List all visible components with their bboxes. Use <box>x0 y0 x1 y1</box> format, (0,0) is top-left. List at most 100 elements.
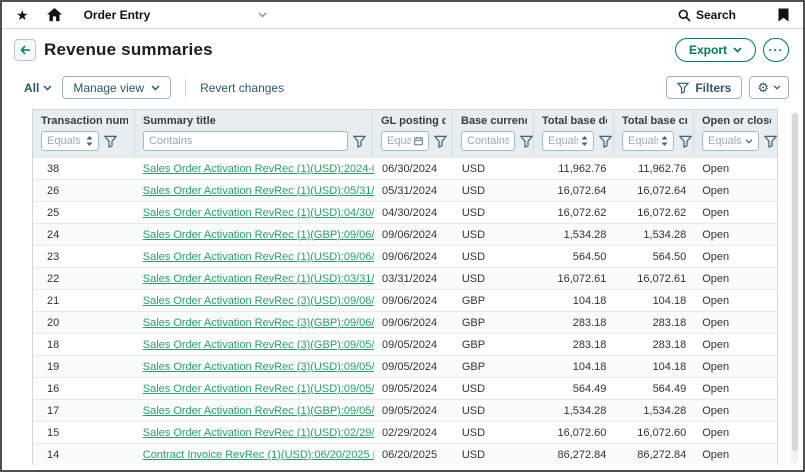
total-base-debit-cell: 11,962.76 <box>535 163 615 175</box>
total-base-debit-cell: 1,534.28 <box>535 405 615 417</box>
view-scope-label: All <box>24 81 39 95</box>
chevron-down-icon <box>773 85 781 90</box>
summary-title-link[interactable]: Sales Order Activation RevRec (1)(GBP):0… <box>143 405 374 417</box>
summary-title-link[interactable]: Sales Order Activation RevRec (1)(USD):2… <box>143 163 374 175</box>
summary-title-filter-input[interactable]: Contains <box>143 131 348 151</box>
column-header-total-base-debit: Total base debit Equals <box>534 110 614 157</box>
summary-title-link[interactable]: Sales Order Activation RevRec (1)(USD):0… <box>143 383 374 395</box>
filter-funnel-icon[interactable] <box>520 135 533 148</box>
base-currency-cell: GBP <box>454 361 535 373</box>
search-label: Search <box>696 8 736 22</box>
summary-title-link[interactable]: Sales Order Activation RevRec (1)(USD):0… <box>143 251 374 263</box>
updown-arrows-icon <box>581 136 588 146</box>
filter-funnel-icon <box>677 82 689 94</box>
transaction-number-cell: 21 <box>33 295 135 307</box>
filter-funnel-icon[interactable] <box>599 135 612 148</box>
total-base-credit-cell: 16,072.60 <box>614 427 694 439</box>
table-body: 38 Sales Order Activation RevRec (1)(USD… <box>33 157 777 465</box>
view-scope-dropdown[interactable]: All <box>24 81 52 95</box>
base-currency-cell: USD <box>454 427 535 439</box>
filters-label: Filters <box>695 81 731 95</box>
table-row[interactable]: 17 Sales Order Activation RevRec (1)(GBP… <box>33 399 777 421</box>
total-base-credit-cell: 1,534.28 <box>614 405 694 417</box>
summary-title-link[interactable]: Sales Order Activation RevRec (1)(GBP):0… <box>143 229 374 241</box>
table-row[interactable]: 19 Sales Order Activation RevRec (3)(USD… <box>33 355 777 377</box>
total-base-credit-cell: 564.50 <box>614 251 694 263</box>
summary-title-link[interactable]: Sales Order Activation RevRec (3)(USD):0… <box>143 361 374 373</box>
filter-funnel-icon[interactable] <box>764 135 777 148</box>
summary-title-link[interactable]: Sales Order Activation RevRec (1)(USD):0… <box>143 427 374 439</box>
total-base-credit-cell: 283.18 <box>614 339 694 351</box>
vertical-scrollbar[interactable] <box>791 112 799 464</box>
base-currency-filter-input[interactable]: Contains <box>461 131 515 151</box>
column-label: Transaction number <box>41 115 128 127</box>
favorites-star-icon[interactable]: ★ <box>16 7 29 24</box>
chevron-down-icon <box>745 139 753 144</box>
filter-funnel-icon[interactable] <box>434 135 447 148</box>
table-row[interactable]: 21 Sales Order Activation RevRec (3)(USD… <box>33 289 777 311</box>
gl-posting-date-filter-input[interactable]: Equals <box>381 131 429 151</box>
gl-posting-date-cell: 05/31/2024 <box>374 185 454 197</box>
table-row[interactable]: 22 Sales Order Activation RevRec (1)(USD… <box>33 267 777 289</box>
summary-title-link[interactable]: Sales Order Activation RevRec (3)(GBP):0… <box>143 339 374 351</box>
table-row[interactable]: 16 Sales Order Activation RevRec (1)(USD… <box>33 377 777 399</box>
open-or-closed-cell: Open <box>694 229 777 241</box>
open-or-closed-cell: Open <box>694 317 777 329</box>
table-row[interactable]: 38 Sales Order Activation RevRec (1)(USD… <box>33 157 777 179</box>
column-label: Total base debit <box>542 115 607 127</box>
table-row[interactable]: 18 Sales Order Activation RevRec (3)(GBP… <box>33 333 777 355</box>
base-currency-cell: USD <box>454 273 535 285</box>
total-base-credit-operator-select[interactable]: Equals <box>622 131 674 151</box>
transaction-number-cell: 18 <box>33 339 135 351</box>
total-base-debit-operator-select[interactable]: Equals <box>542 131 594 151</box>
gl-posting-date-cell: 09/05/2024 <box>374 339 454 351</box>
transaction-number-cell: 23 <box>33 251 135 263</box>
transaction-number-cell: 38 <box>33 163 135 175</box>
column-label: Summary title <box>143 115 366 127</box>
base-currency-cell: USD <box>454 163 535 175</box>
export-button[interactable]: Export <box>675 38 756 62</box>
open-or-closed-cell: Open <box>694 361 777 373</box>
gear-icon: ⚙ <box>757 80 769 96</box>
bookmark-icon[interactable] <box>778 8 789 22</box>
transaction-number-cell: 25 <box>33 207 135 219</box>
table-row[interactable]: 26 Sales Order Activation RevRec (1)(USD… <box>33 179 777 201</box>
summary-title-link[interactable]: Sales Order Activation RevRec (1)(USD):0… <box>143 273 374 285</box>
transaction-number-operator-select[interactable]: Equals <box>41 131 99 151</box>
open-or-closed-operator-select[interactable]: Equals <box>702 131 759 151</box>
home-icon[interactable] <box>47 8 62 22</box>
table-row[interactable]: 25 Sales Order Activation RevRec (1)(USD… <box>33 201 777 223</box>
filter-funnel-icon[interactable] <box>353 135 366 148</box>
table-row[interactable]: 14 Contract Invoice RevRec (1)(USD):06/2… <box>33 443 777 465</box>
table-row[interactable]: 23 Sales Order Activation RevRec (1)(USD… <box>33 245 777 267</box>
summary-title-link[interactable]: Sales Order Activation RevRec (3)(USD):0… <box>143 295 374 307</box>
table-row[interactable]: 24 Sales Order Activation RevRec (1)(GBP… <box>33 223 777 245</box>
table-settings-button[interactable]: ⚙ <box>749 76 789 99</box>
filter-funnel-icon[interactable] <box>104 135 117 148</box>
app-module-menu[interactable]: Order Entry <box>84 8 268 22</box>
summary-title-link[interactable]: Sales Order Activation RevRec (1)(USD):0… <box>143 207 374 219</box>
scrollbar-thumb[interactable] <box>792 113 798 451</box>
open-or-closed-cell: Open <box>694 185 777 197</box>
open-or-closed-cell: Open <box>694 339 777 351</box>
total-base-debit-cell: 16,072.60 <box>535 427 615 439</box>
base-currency-cell: USD <box>454 185 535 197</box>
gl-posting-date-cell: 04/30/2024 <box>374 207 454 219</box>
revert-changes-link[interactable]: Revert changes <box>200 81 284 95</box>
filter-funnel-icon[interactable] <box>679 135 692 148</box>
open-or-closed-cell: Open <box>694 405 777 417</box>
gl-posting-date-cell: 06/20/2025 <box>374 449 454 461</box>
manage-view-button[interactable]: Manage view <box>62 76 171 99</box>
filters-button[interactable]: Filters <box>666 76 742 99</box>
summary-title-link[interactable]: Sales Order Activation RevRec (1)(USD):0… <box>143 185 374 197</box>
more-actions-button[interactable]: ··· <box>763 38 789 62</box>
summary-title-link[interactable]: Sales Order Activation RevRec (3)(GBP):0… <box>143 317 374 329</box>
base-currency-cell: USD <box>454 449 535 461</box>
column-header-base-currency: Base currency Contains <box>453 110 534 157</box>
global-search[interactable]: Search <box>678 8 736 22</box>
back-button[interactable] <box>14 39 36 61</box>
summary-title-link[interactable]: Contract Invoice RevRec (1)(USD):06/20/2… <box>143 449 374 461</box>
table-row[interactable]: 20 Sales Order Activation RevRec (3)(GBP… <box>33 311 777 333</box>
table-row[interactable]: 15 Sales Order Activation RevRec (1)(USD… <box>33 421 777 443</box>
transaction-number-cell: 17 <box>33 405 135 417</box>
